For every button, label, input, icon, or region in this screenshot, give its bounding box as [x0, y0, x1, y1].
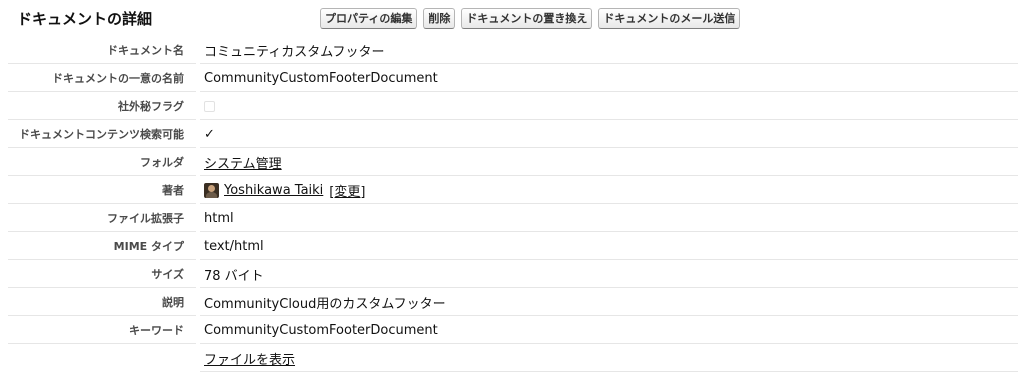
field-row-folder: フォルダ システム管理 — [0, 148, 1024, 176]
field-value: html — [204, 210, 234, 226]
field-value: text/html — [204, 238, 264, 254]
field-row-author: 著者 Yoshikawa Taiki [変更] — [0, 176, 1024, 204]
field-label: 説明 — [162, 296, 184, 309]
email-document-button[interactable]: ドキュメントのメール送信 — [598, 8, 741, 29]
field-value: ファイルを表示 — [204, 349, 295, 368]
toolbar: プロパティの編集 削除 ドキュメントの置き換え ドキュメントのメール送信 — [320, 8, 741, 29]
field-row-document-name: ドキュメント名 コミュニティカスタムフッター — [0, 36, 1024, 64]
field-row-view-file: ファイルを表示 — [0, 344, 1024, 372]
page-header: ドキュメントの詳細 プロパティの編集 削除 ドキュメントの置き換え ドキュメント… — [0, 0, 1024, 38]
field-row-size: サイズ 78 バイト — [0, 260, 1024, 288]
checkmark-icon: ✓ — [204, 126, 215, 142]
field-label: キーワード — [129, 324, 184, 337]
field-row-confidential: 社外秘フラグ — [0, 92, 1024, 120]
field-row-mime-type: MIME タイプ text/html — [0, 232, 1024, 260]
view-file-link[interactable]: ファイルを表示 — [204, 349, 295, 368]
field-label: MIME タイプ — [113, 240, 184, 253]
field-value: コミュニティカスタムフッター — [204, 44, 385, 60]
unchecked-checkbox-icon — [204, 100, 215, 112]
page-title: ドキュメントの詳細 — [17, 10, 153, 28]
field-value: Yoshikawa Taiki [変更] — [204, 181, 365, 200]
field-label: ファイル拡張子 — [107, 212, 184, 225]
field-value — [204, 100, 215, 112]
delete-button[interactable]: 削除 — [423, 8, 456, 29]
author-link[interactable]: Yoshikawa Taiki — [224, 183, 323, 198]
avatar — [204, 182, 219, 198]
field-row-keywords: キーワード CommunityCustomFooterDocument — [0, 316, 1024, 344]
field-value: CommunityCustomFooterDocument — [204, 70, 438, 86]
detail-table: ドキュメント名 コミュニティカスタムフッター ドキュメントの一意の名前 Comm… — [0, 36, 1024, 372]
field-label: 著者 — [162, 184, 184, 197]
change-author-link[interactable]: [変更] — [329, 181, 365, 200]
field-row-unique-name: ドキュメントの一意の名前 CommunityCustomFooterDocume… — [0, 64, 1024, 92]
field-label: フォルダ — [140, 156, 184, 169]
field-label: ドキュメントの一意の名前 — [52, 72, 184, 85]
field-value: 78 バイト — [204, 268, 264, 284]
field-label: ドキュメント名 — [107, 44, 184, 57]
edit-properties-button[interactable]: プロパティの編集 — [320, 8, 418, 29]
field-value: ✓ — [204, 127, 215, 142]
field-row-searchable: ドキュメントコンテンツ検索可能 ✓ — [0, 120, 1024, 148]
field-label: ドキュメントコンテンツ検索可能 — [19, 128, 184, 141]
field-row-file-extension: ファイル拡張子 html — [0, 204, 1024, 232]
field-value: システム管理 — [204, 153, 282, 172]
replace-document-button[interactable]: ドキュメントの置き換え — [461, 8, 593, 29]
folder-link[interactable]: システム管理 — [204, 153, 282, 172]
field-value: CommunityCustomFooterDocument — [204, 322, 438, 338]
field-row-description: 説明 CommunityCloud用のカスタムフッター — [0, 288, 1024, 316]
field-value: CommunityCloud用のカスタムフッター — [204, 296, 446, 312]
field-label: サイズ — [151, 268, 184, 281]
field-label: 社外秘フラグ — [118, 100, 184, 113]
